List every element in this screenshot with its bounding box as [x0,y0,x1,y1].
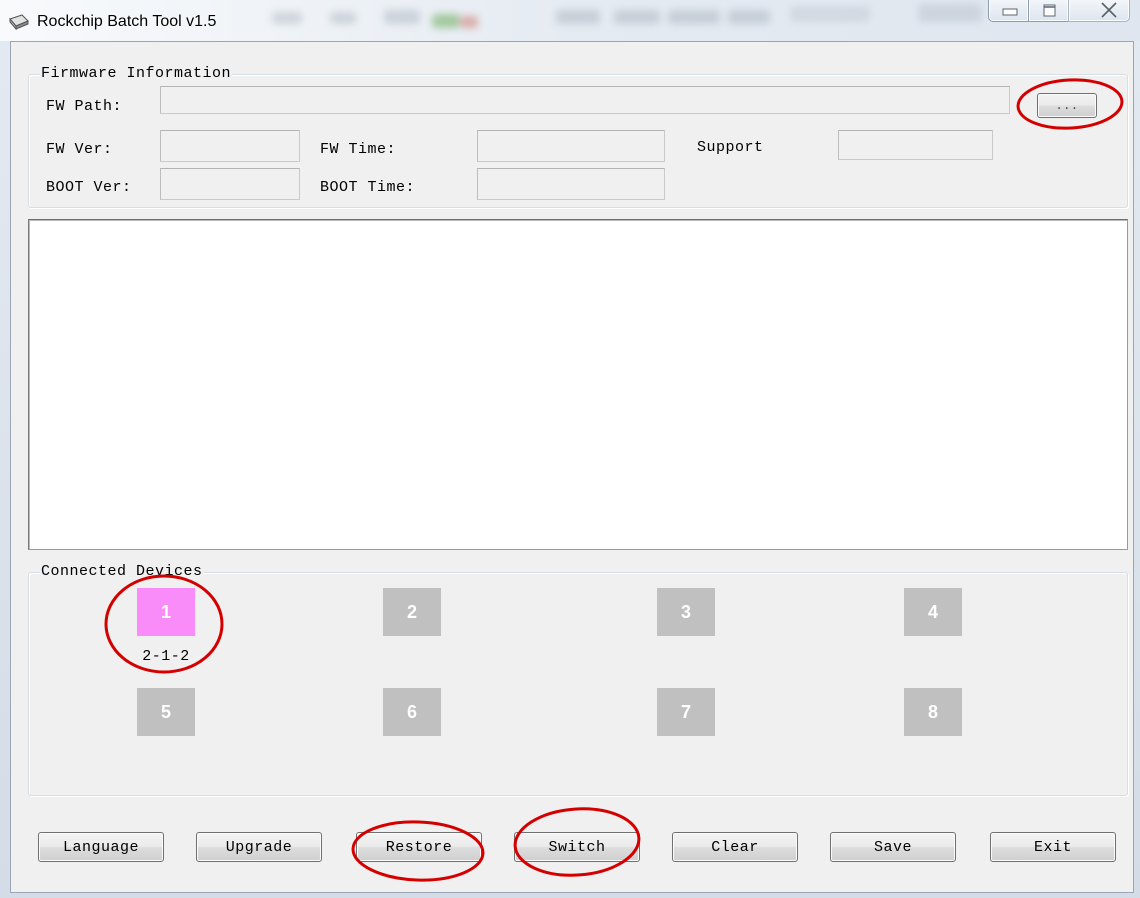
fw-time-label: FW Time: [320,141,397,158]
window-title: Rockchip Batch Tool v1.5 [37,13,217,30]
device-1-location-label: 2-1-2 [142,648,190,665]
log-output-box[interactable] [28,219,1128,550]
device-slot-1: 1 [137,588,195,636]
device-slot-number: 4 [927,601,938,622]
connected-devices-label: Connected Devices [40,563,204,580]
minimize-icon-shape [1002,8,1018,16]
titlebar-glass-reflection [460,16,478,28]
connected-devices-group: Connected Devices 1 2 3 4 5 6 7 8 2-1-2 [28,564,1128,796]
boot-time-field[interactable] [477,168,665,200]
device-slot-7: 7 [657,688,715,736]
maximize-button[interactable] [1028,0,1069,22]
close-button[interactable] [1068,0,1130,22]
titlebar-glass-reflection [330,12,356,24]
boot-time-label: BOOT Time: [320,179,416,196]
device-slot-5: 5 [137,688,195,736]
device-slot-number: 7 [680,701,691,722]
minimize-button[interactable] [988,0,1029,22]
titlebar-glass-reflection [918,4,982,22]
browse-firmware-button[interactable]: ... [1037,93,1097,118]
device-slot-4: 4 [904,588,962,636]
device-slot-number: 5 [160,701,171,722]
boot-ver-field[interactable] [160,168,300,200]
device-slot-8: 8 [904,688,962,736]
firmware-information-label: Firmware Information [40,65,233,82]
clear-button[interactable]: Clear [672,832,798,862]
titlebar-glass-reflection [432,14,460,28]
titlebar-glass-reflection [728,10,770,24]
device-slot-3: 3 [657,588,715,636]
title-bar[interactable]: Rockchip Batch Tool v1.5 [0,0,1140,41]
minimize-icon [1002,8,1018,16]
app-icon[interactable] [8,12,30,32]
switch-button[interactable]: Switch [514,832,640,862]
titlebar-glass-reflection [668,10,720,24]
upgrade-button[interactable]: Upgrade [196,832,322,862]
device-slot-number: 6 [406,701,417,722]
device-slot-number: 8 [927,701,938,722]
support-label: Support [697,139,764,156]
titlebar-glass-reflection [272,12,302,24]
exit-button[interactable]: Exit [990,832,1116,862]
device-slot-number: 2 [406,601,417,622]
titlebar-glass-reflection [556,10,600,24]
maximize-icon [1043,4,1056,17]
device-slot-6: 6 [383,688,441,736]
firmware-information-group: Firmware Information FW Path: ... FW Ver… [28,66,1128,208]
fw-ver-label: FW Ver: [46,141,113,158]
fw-path-label: FW Path: [46,98,123,115]
close-icon-shape [1101,2,1117,18]
language-button[interactable]: Language [38,832,164,862]
device-slot-2: 2 [383,588,441,636]
close-icon [1101,2,1117,18]
support-field[interactable] [838,130,993,160]
titlebar-glass-reflection [384,10,420,24]
fw-time-field[interactable] [477,130,665,162]
boot-ver-label: BOOT Ver: [46,179,132,196]
save-button[interactable]: Save [830,832,956,862]
fw-ver-field[interactable] [160,130,300,162]
restore-button[interactable]: Restore [356,832,482,862]
rockchip-batch-tool-window: Rockchip Batch Tool v1.5 Firmware Inform… [0,0,1140,898]
titlebar-glass-reflection [790,6,870,22]
device-slot-number: 3 [680,601,691,622]
titlebar-glass-reflection [614,10,660,24]
device-slot-number: 1 [160,601,171,622]
fw-path-field[interactable] [160,86,1010,114]
